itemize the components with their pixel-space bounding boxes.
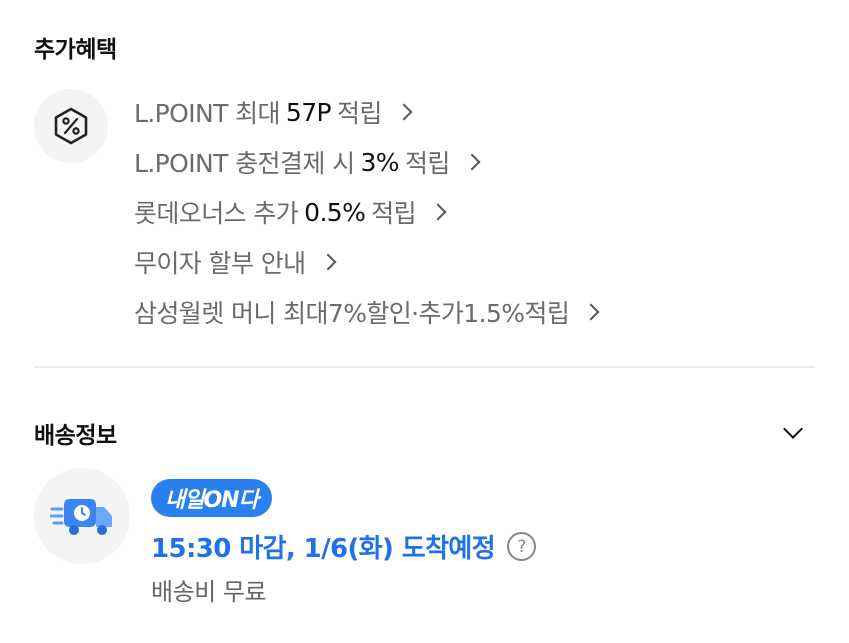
chevron-right-icon [395,103,413,121]
benefit-icon [34,89,108,163]
benefit-list: L.POINT 최대 57P 적립 L.POINT 충전결제 시 3% 적립 롯… [134,87,600,337]
benefit-highlight: 57P [285,97,332,127]
help-icon[interactable]: ? [507,532,537,561]
delivery-truck-clock-icon [50,499,112,535]
percent-hexagon-icon [54,107,88,145]
chevron-right-icon [429,203,447,221]
benefits-title: 추가혜택 [34,37,117,63]
benefit-text-suffix: 적립 [371,199,417,228]
chevron-right-icon [582,303,600,321]
benefit-text-suffix: 적립 [404,149,450,178]
benefit-highlight: 0.5% [304,197,366,227]
benefit-text: 롯데오너스 추가 [134,199,299,228]
section-divider [34,366,815,368]
shipping-title: 배송정보 [34,423,117,449]
chevron-down-icon [783,419,803,439]
benefit-installment-info[interactable]: 무이자 할부 안내 [134,237,597,287]
benefit-lpoint-charge[interactable]: L.POINT 충전결제 시 3% 적립 [134,137,597,187]
benefit-text: 무이자 할부 안내 [134,249,306,278]
benefit-lpoint-max[interactable]: L.POINT 최대 57P 적립 [134,87,597,137]
delivery-estimate: 15:30 마감, 1/6(화) 도착예정 ? [151,528,537,565]
shipping-icon [34,468,130,564]
benefit-text: L.POINT 충전결제 시 [134,149,355,178]
benefit-samsung-wallet[interactable]: 삼성월렛 머니 최대7%할인·추가1.5%적립 [134,287,600,337]
shipping-fee: 배송비 무료 [151,578,267,606]
benefit-lotte-owners[interactable]: 롯데오너스 추가 0.5% 적립 [134,187,597,237]
chevron-right-icon [319,253,336,271]
next-day-badge: 내일ON다 [151,479,272,517]
benefit-text: L.POINT 최대 [134,99,281,128]
benefit-text-suffix: 적립 [337,99,382,128]
collapse-toggle-button[interactable] [778,418,808,448]
delivery-estimate-text: 15:30 마감, 1/6(화) 도착예정 [151,534,496,564]
chevron-right-icon [463,153,481,171]
benefit-highlight: 3% [360,147,399,177]
benefit-text: 삼성월렛 머니 최대7%할인·추가1.5%적립 [134,299,570,328]
